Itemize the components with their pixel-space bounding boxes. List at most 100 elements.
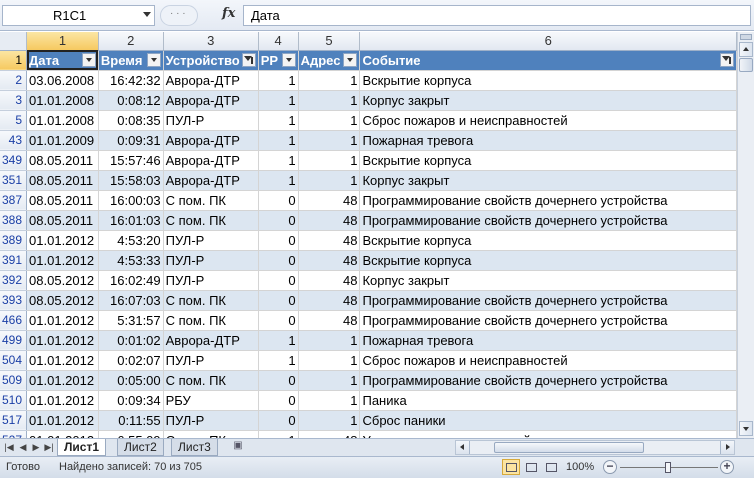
first-sheet-icon[interactable]: |◀ [3, 441, 15, 454]
table-cell[interactable]: 1 [258, 350, 299, 371]
table-cell[interactable]: 0 [258, 250, 299, 271]
table-cell[interactable]: Вскрытие корпуса [359, 150, 737, 171]
table-cell[interactable]: 1 [298, 330, 361, 351]
table-header-cell[interactable]: Адрес [298, 50, 361, 71]
prev-sheet-icon[interactable]: ◀ [17, 441, 29, 454]
table-cell[interactable]: Аврора-ДТР [163, 70, 259, 91]
row-header[interactable]: 517 [0, 410, 28, 431]
table-cell[interactable]: 48 [298, 290, 361, 311]
table-cell[interactable]: 1 [298, 170, 361, 191]
scroll-down-button[interactable] [739, 421, 753, 436]
table-cell[interactable]: 16:07:03 [98, 290, 164, 311]
table-cell[interactable]: Корпус закрыт [359, 170, 737, 191]
table-cell[interactable]: Сброс пожаров и неисправностей [359, 350, 737, 371]
table-cell[interactable]: 01.01.2008 [26, 90, 99, 111]
sheet-tab-3[interactable]: Лист3 [171, 439, 218, 456]
formula-input[interactable]: Дата [243, 5, 751, 26]
table-cell[interactable]: 1 [258, 90, 299, 111]
table-cell[interactable]: 08.05.2011 [26, 150, 99, 171]
table-cell[interactable]: 0:11:55 [98, 410, 164, 431]
table-cell[interactable]: 0 [258, 410, 299, 431]
table-cell[interactable]: 16:42:32 [98, 70, 164, 91]
table-cell[interactable]: С пом. ПК [163, 310, 259, 331]
row-header[interactable]: 351 [0, 170, 28, 191]
row-header[interactable]: 527 [0, 430, 28, 438]
table-cell[interactable]: Удаление дочернего устройства [359, 430, 737, 438]
table-cell[interactable]: 08.05.2011 [26, 210, 99, 231]
table-cell[interactable]: Сброс пожаров и неисправностей [359, 110, 737, 131]
split-handle[interactable] [740, 34, 752, 40]
vertical-scrollbar[interactable] [737, 32, 754, 438]
table-header-cell[interactable]: Устройство [163, 50, 259, 71]
table-cell[interactable]: Пожарная тревога [359, 130, 737, 151]
table-cell[interactable]: 48 [298, 310, 361, 331]
table-cell[interactable]: 6:55:09 [98, 430, 164, 438]
table-cell[interactable]: 1 [298, 370, 361, 391]
scroll-right-button[interactable] [720, 441, 734, 454]
table-cell[interactable]: 0 [258, 370, 299, 391]
table-cell[interactable]: Программирование свойств дочернего устро… [359, 370, 737, 391]
table-cell[interactable]: 0 [258, 270, 299, 291]
table-cell[interactable]: 15:58:03 [98, 170, 164, 191]
table-cell[interactable]: 0 [258, 310, 299, 331]
row-header[interactable]: 509 [0, 370, 28, 391]
table-cell[interactable]: 01.01.2008 [26, 110, 99, 131]
scroll-up-button[interactable] [739, 42, 753, 57]
table-cell[interactable]: 0:05:00 [98, 370, 164, 391]
insert-function-icon[interactable]: fx [222, 6, 235, 21]
table-cell[interactable]: Аврора-ДТР [163, 150, 259, 171]
table-cell[interactable]: 0:09:31 [98, 130, 164, 151]
row-header[interactable]: 43 [0, 130, 28, 151]
table-cell[interactable]: 01.01.2012 [26, 330, 99, 351]
table-cell[interactable]: Аврора-ДТР [163, 170, 259, 191]
table-cell[interactable]: С пом. ПК [163, 430, 259, 438]
table-cell[interactable]: 01.01.2012 [26, 310, 99, 331]
insert-sheet-icon[interactable]: ▣ [229, 440, 247, 455]
table-cell[interactable]: 1 [298, 130, 361, 151]
table-cell[interactable]: 1 [258, 130, 299, 151]
table-cell[interactable]: 01.01.2012 [26, 410, 99, 431]
table-cell[interactable]: Вскрытие корпуса [359, 70, 737, 91]
row-header[interactable]: 388 [0, 210, 28, 231]
name-box[interactable]: R1C1 [2, 5, 155, 26]
chevron-down-icon[interactable] [143, 12, 151, 17]
table-cell[interactable]: 1 [258, 430, 299, 438]
table-cell[interactable]: Вскрытие корпуса [359, 230, 737, 251]
select-all-corner[interactable] [0, 32, 28, 51]
table-cell[interactable]: С пом. ПК [163, 190, 259, 211]
column-header[interactable]: 6 [359, 32, 737, 51]
table-cell[interactable]: 48 [298, 270, 361, 291]
table-cell[interactable]: 0 [258, 210, 299, 231]
table-cell[interactable]: 0:01:02 [98, 330, 164, 351]
row-header[interactable]: 2 [0, 70, 28, 91]
row-header[interactable]: 391 [0, 250, 28, 271]
table-cell[interactable]: ПУЛ-Р [163, 270, 259, 291]
table-cell[interactable]: Пожарная тревога [359, 330, 737, 351]
table-cell[interactable]: 01.01.2012 [26, 250, 99, 271]
table-cell[interactable]: Программирование свойств дочернего устро… [359, 290, 737, 311]
row-header[interactable]: 1 [0, 50, 28, 71]
table-cell[interactable]: 1 [258, 170, 299, 191]
table-cell[interactable]: Аврора-ДТР [163, 330, 259, 351]
row-header[interactable]: 392 [0, 270, 28, 291]
table-cell[interactable]: 03.06.2008 [26, 70, 99, 91]
table-cell[interactable]: 01.01.2012 [26, 430, 99, 438]
table-cell[interactable]: 4:53:20 [98, 230, 164, 251]
table-cell[interactable]: 48 [298, 190, 361, 211]
next-sheet-icon[interactable]: ▶ [30, 441, 42, 454]
table-cell[interactable]: Вскрытие корпуса [359, 250, 737, 271]
sheet-tab-2[interactable]: Лист2 [117, 439, 164, 456]
scroll-left-button[interactable] [456, 441, 470, 454]
filter-dropdown-icon[interactable] [281, 52, 296, 67]
row-header[interactable]: 504 [0, 350, 28, 371]
column-header[interactable]: 1 [26, 32, 99, 51]
horizontal-scrollbar[interactable] [455, 440, 735, 455]
normal-view-icon[interactable] [502, 459, 520, 475]
filter-active-icon[interactable] [720, 52, 734, 67]
table-cell[interactable]: С пом. ПК [163, 210, 259, 231]
table-cell[interactable]: Корпус закрыт [359, 90, 737, 111]
table-cell[interactable]: Аврора-ДТР [163, 90, 259, 111]
table-cell[interactable]: 1 [298, 410, 361, 431]
table-cell[interactable]: С пом. ПК [163, 370, 259, 391]
table-cell[interactable]: 5:31:57 [98, 310, 164, 331]
